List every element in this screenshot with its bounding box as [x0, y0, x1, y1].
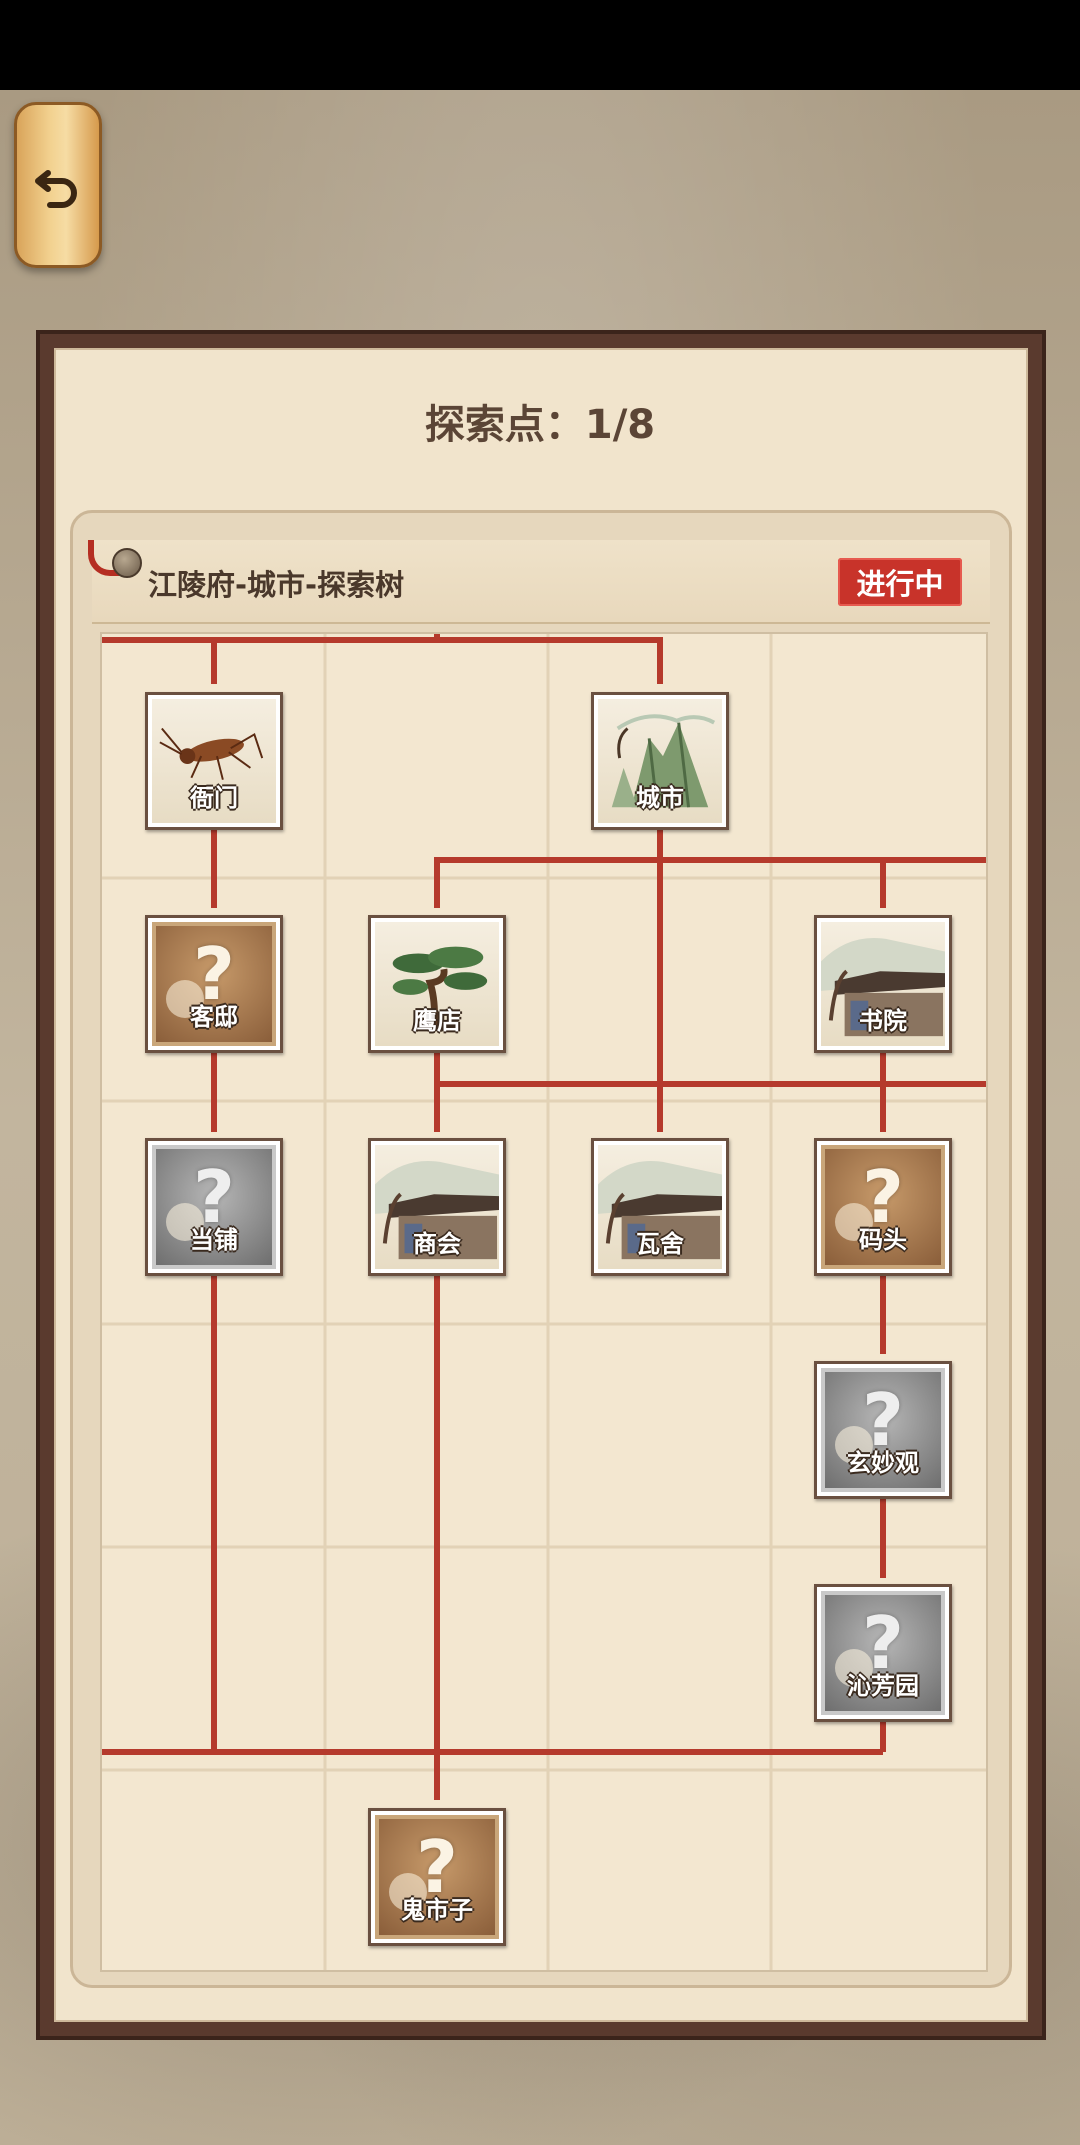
- node-guild[interactable]: 商会: [368, 1138, 506, 1276]
- node-label: 书院: [859, 1007, 907, 1035]
- back-button[interactable]: [14, 102, 102, 268]
- node-label: 鬼市子: [401, 1896, 473, 1924]
- node-academy[interactable]: 书院: [814, 915, 952, 1053]
- exploration-points-title: 探索点：1/8: [424, 402, 656, 448]
- node-pawnshop[interactable]: ? 当铺: [145, 1138, 283, 1276]
- node-xuanmiao-temple[interactable]: ? 玄妙观: [814, 1361, 952, 1499]
- undo-arrow-icon: [35, 170, 77, 208]
- node-qinfang-garden[interactable]: ? 沁芳园: [814, 1584, 952, 1722]
- node-pier[interactable]: ? 码头: [814, 1138, 952, 1276]
- pin-icon: [112, 548, 142, 578]
- node-label: 码头: [859, 1226, 907, 1254]
- status-bar: [0, 0, 1080, 90]
- node-label: 衙门: [190, 784, 238, 812]
- node-label: 瓦舍: [636, 1230, 684, 1258]
- node-label: 当铺: [190, 1226, 238, 1254]
- node-falcon-shop[interactable]: 鹰店: [368, 915, 506, 1053]
- node-label: 城市: [636, 784, 684, 812]
- node-label: 客邸: [190, 1003, 238, 1031]
- node-theater[interactable]: 瓦舍: [591, 1138, 729, 1276]
- node-label: 玄妙观: [847, 1449, 919, 1477]
- node-label: 鹰店: [413, 1007, 461, 1035]
- node-ghost-market[interactable]: ? 鬼市子: [368, 1808, 506, 1946]
- grid-lines: [102, 634, 986, 1970]
- node-yamen[interactable]: 衙门: [145, 692, 283, 830]
- node-city[interactable]: 城市: [591, 692, 729, 830]
- node-inn[interactable]: ? 客邸: [145, 915, 283, 1053]
- node-label: 商会: [413, 1230, 461, 1258]
- node-label: 沁芳园: [847, 1672, 919, 1700]
- status-badge: 进行中: [838, 558, 962, 606]
- exploration-tree-grid: 衙门 城市 ? 客邸 鹰店 书院 ? 当铺 商会 瓦舍 ? 码头 ? 玄妙观 ?…: [100, 632, 988, 1972]
- tree-title: 江陵府-城市-探索树: [148, 568, 405, 602]
